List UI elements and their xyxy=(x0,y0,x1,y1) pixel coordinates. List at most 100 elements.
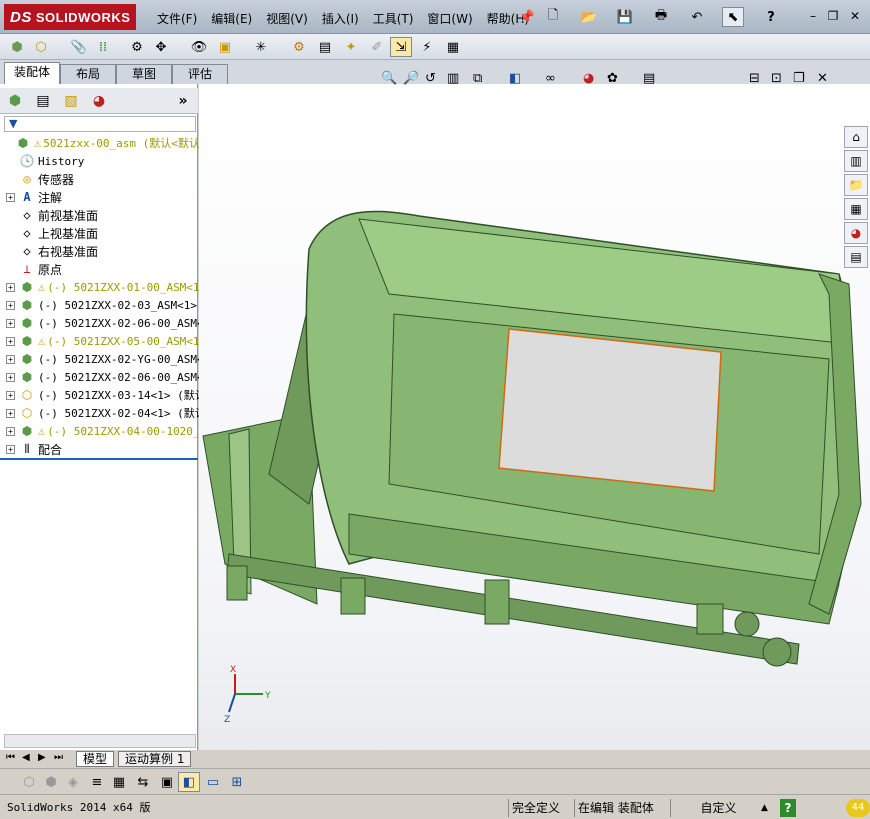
tab-scroll-prev-icon[interactable]: ◀ xyxy=(22,752,30,763)
expand-toggle[interactable]: + xyxy=(6,372,15,382)
show-hidden-icon[interactable]: 👁 xyxy=(188,37,210,57)
undo-icon[interactable]: ↶ xyxy=(686,7,708,27)
move-component-icon[interactable]: ✥ xyxy=(150,37,172,57)
feature-tree-tab-icon[interactable]: ⬢ xyxy=(4,91,26,111)
explode-line-sketch-icon[interactable]: ✐ xyxy=(366,37,388,57)
solidworks-logo[interactable]: DS SOLIDWORKS xyxy=(4,4,136,30)
expand-toggle[interactable]: + xyxy=(6,426,15,436)
more-tabs-chevron-icon[interactable]: » xyxy=(172,91,194,111)
tab-assembly[interactable]: 装配体 xyxy=(4,62,60,84)
tab-scroll-next-icon[interactable]: ▶ xyxy=(38,752,46,763)
expand-toggle[interactable]: + xyxy=(6,282,15,292)
print-icon[interactable]: 🖶 xyxy=(650,7,672,27)
menu-insert[interactable]: 插入(I) xyxy=(315,10,366,27)
expand-toggle[interactable]: + xyxy=(6,444,15,454)
custom-properties-icon[interactable]: ▤ xyxy=(844,246,868,268)
smart-fasteners-icon[interactable]: ⚙ xyxy=(126,37,148,57)
new-part-icon[interactable]: ⬡ xyxy=(30,37,52,57)
expand-toggle[interactable]: + xyxy=(6,354,15,364)
tree-item-right-plane[interactable]: ◇ 右视基准面 xyxy=(0,242,98,260)
units-dropdown-icon[interactable]: ▲ xyxy=(758,799,771,817)
insert-component-icon[interactable]: ⬢ xyxy=(6,37,28,57)
linear-pattern-icon[interactable]: ⁞⁞ xyxy=(92,37,114,57)
hidden-lines-visible-icon[interactable]: ⬢ xyxy=(40,772,62,792)
expand-toggle[interactable]: + xyxy=(6,192,15,202)
minimize-button[interactable]: – xyxy=(804,8,822,24)
tree-item-component[interactable]: + ⬢ ⚠ (-) 5021ZXX-01-00_ASM<1 xyxy=(0,278,200,296)
menu-edit[interactable]: 编辑(E) xyxy=(204,10,259,27)
tree-item-component[interactable]: + ⬢ ⚠ (-) 5021ZXX-05-00_ASM<1 xyxy=(0,332,200,350)
filter-icon[interactable]: ▼ xyxy=(9,117,17,130)
perspective-icon[interactable]: ▣ xyxy=(156,772,178,792)
menu-view[interactable]: 视图(V) xyxy=(259,10,315,27)
tab-layout[interactable]: 布局 xyxy=(60,64,116,84)
tab-scroll-last-icon[interactable]: ⏭ xyxy=(54,752,63,763)
help-status-icon[interactable]: ? xyxy=(780,799,796,817)
tree-item-component[interactable]: + ⬢ (-) 5021ZXX-02-03_ASM<1> xyxy=(0,296,197,314)
solidworks-resources-icon[interactable]: ⌂ xyxy=(844,126,868,148)
panel-horizontal-scrollbar[interactable] xyxy=(4,734,196,748)
save-icon[interactable]: 💾 xyxy=(614,7,636,27)
design-library-icon[interactable]: ▥ xyxy=(844,150,868,172)
tree-item-origin[interactable]: ⊥ 原点 xyxy=(0,260,62,278)
take-snapshot-icon[interactable]: ▦ xyxy=(442,37,464,57)
two-view-icon[interactable]: ⊞ xyxy=(226,772,248,792)
tree-item-component[interactable]: + ⬡ (-) 5021ZXX-02-04<1> (默认 xyxy=(0,404,206,422)
expand-toggle[interactable]: + xyxy=(6,390,15,400)
tangent-edges-icon[interactable]: ≡ xyxy=(86,772,108,792)
tree-filter-input[interactable]: ▼ xyxy=(4,116,196,132)
tab-model[interactable]: 模型 xyxy=(76,751,115,767)
menu-window[interactable]: 窗口(W) xyxy=(420,10,479,27)
update-speedpak-icon[interactable]: ⚡ xyxy=(416,37,438,57)
help-question-icon[interactable]: ? xyxy=(760,7,782,27)
view-palette-icon[interactable]: ▦ xyxy=(844,198,868,220)
menu-tools[interactable]: 工具(T) xyxy=(366,10,421,27)
notification-counter-badge[interactable]: 44 xyxy=(846,799,870,817)
tree-item-component[interactable]: + ⬢ (-) 5021ZXX-02-06-00_ASM< xyxy=(0,368,204,386)
expand-toggle[interactable]: + xyxy=(6,300,15,310)
tab-scroll-first-icon[interactable]: ⏮ xyxy=(6,752,15,763)
pin-icon[interactable]: 📌 xyxy=(516,7,538,27)
display-manager-tab-icon[interactable]: ◕ xyxy=(88,91,110,111)
configuration-manager-tab-icon[interactable]: ▧ xyxy=(60,91,82,111)
menu-file[interactable]: 文件(F) xyxy=(150,10,204,27)
tree-item-top-assembly[interactable]: ⬢ ⚠ 5021zxx-00_asm (默认<默认 xyxy=(0,134,200,152)
select-cursor-icon[interactable]: ⬉ xyxy=(722,7,744,27)
tree-item-component[interactable]: + ⬢ (-) 5021ZXX-02-YG-00_ASM< xyxy=(0,350,204,368)
status-custom-units[interactable]: 自定义 xyxy=(670,799,766,817)
property-manager-tab-icon[interactable]: ▤ xyxy=(32,91,54,111)
file-explorer-icon[interactable]: 📁 xyxy=(844,174,868,196)
close-button[interactable]: ✕ xyxy=(846,8,864,24)
assembly-model[interactable] xyxy=(202,210,862,667)
draft-quality-icon[interactable]: ⇆ xyxy=(132,772,154,792)
restore-button[interactable]: ❐ xyxy=(824,8,842,24)
bill-of-materials-icon[interactable]: ▤ xyxy=(314,37,336,57)
tree-item-annotations[interactable]: + A 注解 xyxy=(0,188,62,206)
wireframe-icon[interactable]: ⬡ xyxy=(18,772,40,792)
tree-item-component[interactable]: + ⬡ (-) 5021ZXX-03-14<1> (默认 xyxy=(0,386,206,404)
new-motion-study-icon[interactable]: ⚙ xyxy=(288,37,310,57)
appearances-icon[interactable]: ◕ xyxy=(844,222,868,244)
reference-geometry-icon[interactable]: ✳ xyxy=(250,37,272,57)
tab-sketch[interactable]: 草图 xyxy=(116,64,172,84)
open-file-icon[interactable]: 📂 xyxy=(578,7,600,27)
tab-evaluate[interactable]: 评估 xyxy=(172,64,228,84)
tree-item-component[interactable]: + ⬢ ⚠ (-) 5021ZXX-04-00-1020_ xyxy=(0,422,200,440)
tree-item-mates[interactable]: + ⫴ 配合 xyxy=(0,440,62,458)
tree-item-top-plane[interactable]: ◇ 上视基准面 xyxy=(0,224,98,242)
mate-icon[interactable]: 📎 xyxy=(68,37,90,57)
expand-toggle[interactable]: + xyxy=(6,336,15,346)
expand-toggle[interactable]: + xyxy=(6,318,15,328)
tab-motion-study[interactable]: 运动算例 1 xyxy=(118,751,192,767)
graphics-area[interactable]: 🔍 🔎 ↺ ▥ ⧉ ◧ ∞ ◕ ✿ ▤ ⊟ ⊡ ❐ ✕ X Y Z xyxy=(199,71,870,750)
tree-item-sensors[interactable]: ◎ 传感器 xyxy=(0,170,74,188)
single-view-icon[interactable]: ▭ xyxy=(202,772,224,792)
exploded-view-icon[interactable]: ✦ xyxy=(340,37,362,57)
section-view-toggle-icon[interactable]: ▦ xyxy=(108,772,130,792)
instant3d-icon[interactable]: ⇲ xyxy=(390,37,412,57)
hidden-lines-removed-icon[interactable]: ◈ xyxy=(62,772,84,792)
new-document-icon[interactable]: 🗋 xyxy=(542,7,564,27)
expand-toggle[interactable]: + xyxy=(6,408,15,418)
tree-item-front-plane[interactable]: ◇ 前视基准面 xyxy=(0,206,98,224)
tree-item-component[interactable]: + ⬢ (-) 5021ZXX-02-06-00_ASM< xyxy=(0,314,204,332)
